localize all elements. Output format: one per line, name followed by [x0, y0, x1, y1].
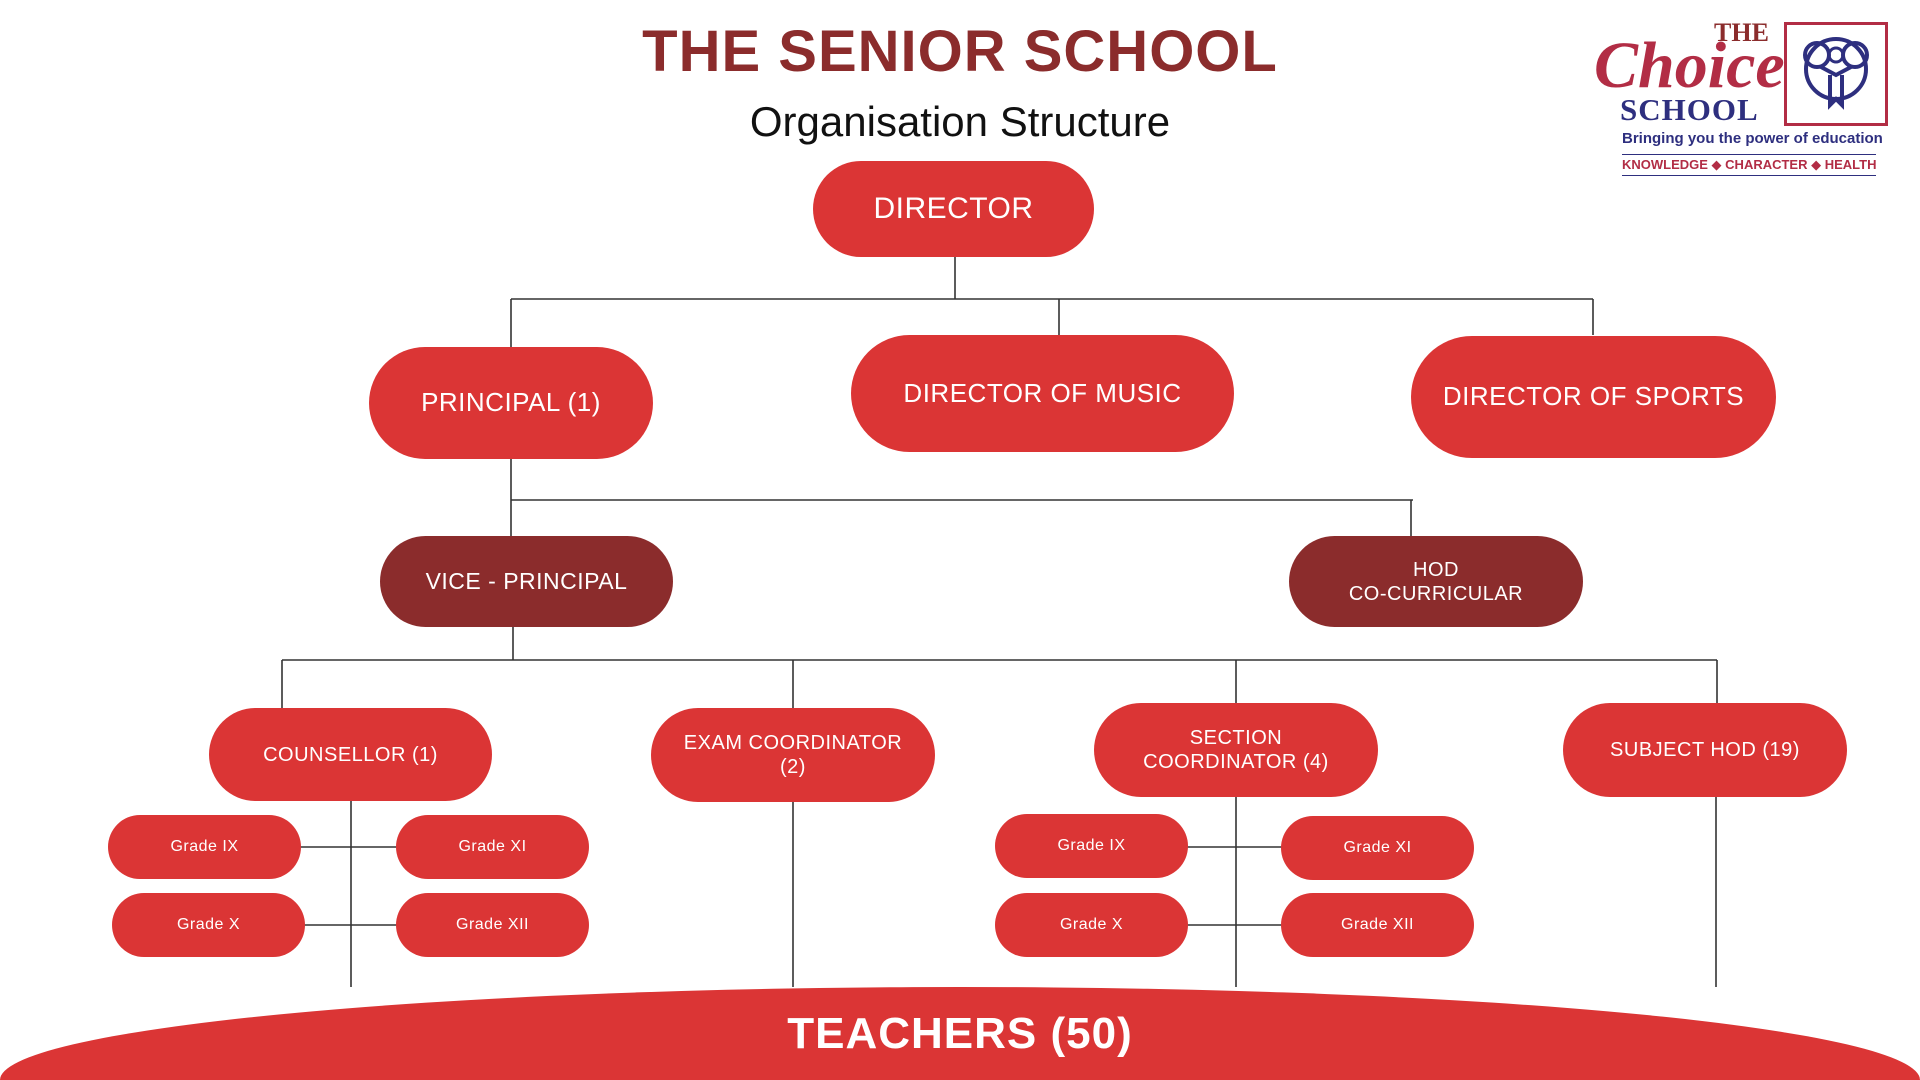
node-principal: PRINCIPAL (1)	[369, 347, 653, 459]
node-director-of-music: DIRECTOR OF MUSIC	[851, 335, 1234, 452]
node-counsellor: COUNSELLOR (1)	[209, 708, 492, 801]
logo-tagline: Bringing you the power of education	[1622, 130, 1883, 147]
node-section-grade-ix: Grade IX	[995, 814, 1188, 878]
node-director: DIRECTOR	[813, 161, 1094, 257]
node-counsellor-grade-xi: Grade XI	[396, 815, 589, 879]
node-hod-co-curricular: HOD CO-CURRICULAR	[1289, 536, 1583, 627]
node-exam-coordinator: EXAM COORDINATOR (2)	[651, 708, 935, 802]
school-emblem-icon	[1784, 22, 1888, 126]
org-chart: THE SENIOR SCHOOL Organisation Structure	[0, 0, 1920, 1080]
logo-school: SCHOOL	[1620, 92, 1759, 127]
node-director-of-sports: DIRECTOR OF SPORTS	[1411, 336, 1776, 458]
node-vice-principal: VICE - PRINCIPAL	[380, 536, 673, 627]
node-subject-hod: SUBJECT HOD (19)	[1563, 703, 1847, 797]
node-counsellor-grade-x: Grade X	[112, 893, 305, 957]
node-section-grade-xi: Grade XI	[1281, 816, 1474, 880]
node-section-grade-x: Grade X	[995, 893, 1188, 957]
node-section-coordinator: SECTION COORDINATOR (4)	[1094, 703, 1378, 797]
school-logo: THE Choice SCHOOL Bringing you the power…	[1590, 18, 1890, 178]
node-section-grade-xii: Grade XII	[1281, 893, 1474, 957]
node-counsellor-grade-xii: Grade XII	[396, 893, 589, 957]
node-counsellor-grade-ix: Grade IX	[108, 815, 301, 879]
logo-values: KNOWLEDGE ◆ CHARACTER ◆ HEALTH	[1622, 154, 1877, 176]
